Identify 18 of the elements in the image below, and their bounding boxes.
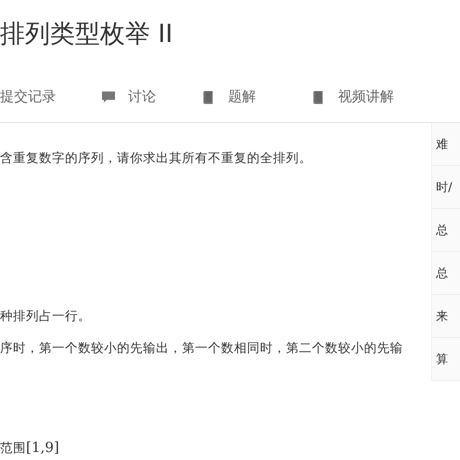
description-text: 序时，第一个数较小的先输出，第一个数相同时，第二个数较小的先输	[0, 339, 404, 357]
description-text: 含重复数字的序列，请你求出其所有不重复的全排列。	[0, 149, 313, 167]
tab[interactable]: 提交记录	[0, 88, 56, 106]
problem-title: 排列类型枚举 II	[0, 18, 174, 50]
chat-icon	[102, 90, 115, 104]
description-text: 种排列占一行。	[0, 307, 92, 325]
tab[interactable]: 视频讲解	[338, 88, 394, 106]
info-label: 算	[432, 338, 460, 381]
description-text: 范围[1,9]	[0, 439, 60, 457]
tab[interactable]: 讨论	[128, 88, 156, 106]
info-label: 总	[432, 252, 460, 295]
book-icon	[202, 90, 215, 104]
info-label: 难	[432, 123, 460, 166]
book-icon	[312, 90, 325, 104]
info-label: 来	[432, 295, 460, 338]
tab[interactable]: 题解	[228, 88, 256, 106]
info-label: 总	[432, 209, 460, 252]
info-label: 时/	[432, 166, 460, 209]
